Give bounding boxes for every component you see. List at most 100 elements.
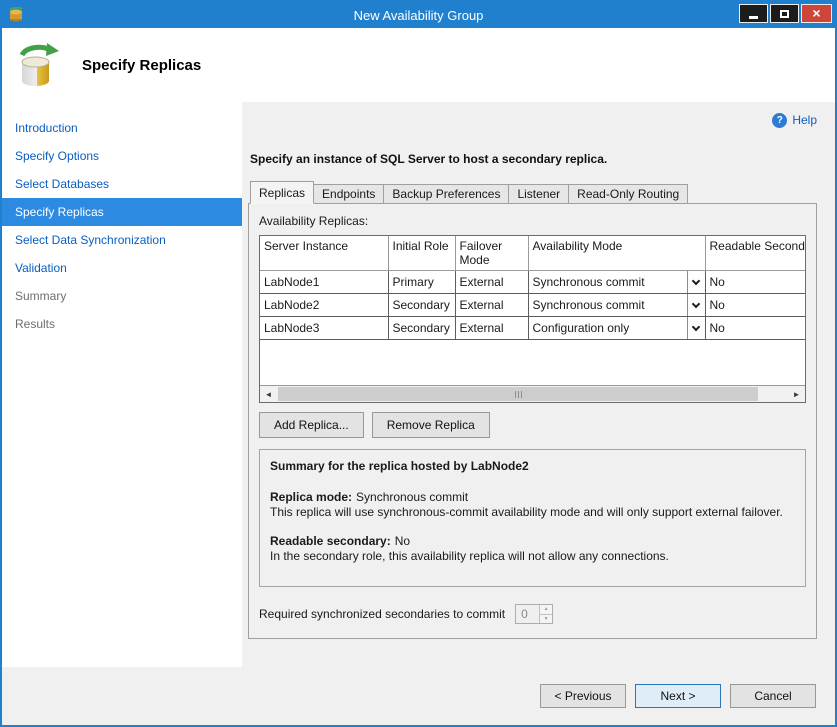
wizard-steps-sidebar: Introduction Specify Options Select Data… — [2, 102, 242, 667]
summary-title: Summary for the replica hosted by LabNod… — [270, 459, 795, 475]
availability-mode-cell: Configuration only — [528, 317, 705, 340]
table-row: LabNode1 Primary External Synchronous co… — [260, 271, 806, 294]
dropdown-value: Synchronous commit — [529, 298, 645, 312]
title-bar[interactable]: New Availability Group × — [2, 2, 835, 28]
availability-group-icon — [16, 42, 62, 88]
column-header-readable-secondary: Readable Secondary — [705, 236, 806, 271]
readable-secondary-line: Readable secondary: No — [270, 534, 795, 550]
horizontal-scrollbar[interactable]: ◄ ► — [260, 385, 805, 402]
scrollbar-track[interactable] — [277, 386, 788, 402]
replicas-table: Server Instance Initial Role Failover Mo… — [260, 236, 806, 340]
sidebar-item-introduction[interactable]: Introduction — [2, 114, 242, 142]
readable-secondary-cell[interactable]: No — [705, 271, 806, 294]
failover-mode-cell[interactable]: External — [455, 294, 528, 317]
replica-mode-label: Replica mode: — [270, 490, 352, 504]
help-link[interactable]: Help — [792, 113, 817, 127]
scrollbar-grip — [521, 391, 522, 398]
required-secondaries-value: 0 — [516, 605, 539, 623]
initial-role-cell[interactable]: Primary — [388, 271, 455, 294]
cancel-button[interactable]: Cancel — [730, 684, 816, 708]
replica-mode-description: This replica will use synchronous-commit… — [270, 505, 795, 521]
server-instance-cell[interactable]: LabNode1 — [260, 271, 388, 294]
spinner-up-icon: ▲ — [540, 605, 552, 615]
close-icon: × — [812, 5, 820, 22]
column-header-initial-role: Initial Role — [388, 236, 455, 271]
availability-mode-dropdown[interactable]: Synchronous commit — [529, 294, 705, 316]
sidebar-item-specify-replicas[interactable]: Specify Replicas — [2, 198, 242, 226]
required-secondaries-label: Required synchronized secondaries to com… — [259, 607, 505, 621]
chevron-down-icon[interactable] — [687, 271, 705, 293]
replicas-tab-panel: Availability Replicas: Server Instance I… — [248, 203, 817, 639]
wizard-footer: < Previous Next > Cancel — [2, 667, 835, 725]
close-button[interactable]: × — [801, 4, 832, 23]
tab-endpoints[interactable]: Endpoints — [313, 184, 384, 203]
wizard-content: ? Help Specify an instance of SQL Server… — [242, 102, 835, 667]
tab-backup-preferences[interactable]: Backup Preferences — [383, 184, 509, 203]
help-row: ? Help — [248, 110, 817, 130]
table-header-row: Server Instance Initial Role Failover Mo… — [260, 236, 806, 271]
spinner-buttons: ▲ ▼ — [539, 605, 552, 623]
replica-buttons-row: Add Replica... Remove Replica — [259, 412, 806, 438]
column-header-availability-mode: Availability Mode — [528, 236, 705, 271]
maximize-icon — [780, 10, 789, 18]
add-replica-button[interactable]: Add Replica... — [259, 412, 364, 438]
readable-secondary-label: Readable secondary: — [270, 534, 391, 548]
sidebar-item-validation[interactable]: Validation — [2, 254, 242, 282]
chevron-down-icon[interactable] — [687, 317, 705, 339]
availability-mode-cell: Synchronous commit — [528, 271, 705, 294]
tab-listener[interactable]: Listener — [508, 184, 569, 203]
initial-role-cell[interactable]: Secondary — [388, 317, 455, 340]
readable-secondary-description: In the secondary role, this availability… — [270, 549, 795, 565]
sidebar-item-select-data-synchronization[interactable]: Select Data Synchronization — [2, 226, 242, 254]
required-secondaries-row: Required synchronized secondaries to com… — [259, 604, 806, 624]
window-icon — [8, 7, 24, 23]
dropdown-value: Synchronous commit — [529, 275, 645, 289]
wizard-header: Specify Replicas — [2, 28, 835, 102]
column-header-failover-mode: Failover Mode — [455, 236, 528, 271]
availability-mode-dropdown[interactable]: Configuration only — [529, 317, 705, 339]
failover-mode-cell[interactable]: External — [455, 317, 528, 340]
readable-secondary-cell[interactable]: No — [705, 294, 806, 317]
tab-read-only-routing[interactable]: Read-Only Routing — [568, 184, 688, 203]
failover-mode-cell[interactable]: External — [455, 271, 528, 294]
replica-mode-value: Synchronous commit — [356, 490, 468, 504]
spinner-down-icon: ▼ — [540, 615, 552, 624]
scroll-left-icon[interactable]: ◄ — [260, 386, 277, 402]
readable-secondary-value: No — [395, 534, 410, 548]
availability-replicas-label: Availability Replicas: — [259, 214, 806, 228]
instruction-text: Specify an instance of SQL Server to hos… — [250, 152, 817, 166]
column-header-server-instance: Server Instance — [260, 236, 388, 271]
scroll-right-icon[interactable]: ► — [788, 386, 805, 402]
window-controls: × — [739, 4, 832, 23]
server-instance-cell[interactable]: LabNode3 — [260, 317, 388, 340]
help-icon[interactable]: ? — [772, 113, 787, 128]
new-availability-group-window: New Availability Group × — [0, 0, 837, 727]
availability-mode-dropdown[interactable]: Synchronous commit — [529, 271, 705, 293]
initial-role-cell[interactable]: Secondary — [388, 294, 455, 317]
sidebar-item-results: Results — [2, 310, 242, 338]
replica-mode-line: Replica mode: Synchronous commit — [270, 490, 795, 506]
replica-summary-box: Summary for the replica hosted by LabNod… — [259, 449, 806, 587]
availability-mode-cell: Synchronous commit — [528, 294, 705, 317]
dropdown-value: Configuration only — [529, 321, 630, 335]
chevron-down-icon[interactable] — [687, 294, 705, 316]
minimize-button[interactable] — [739, 4, 768, 23]
previous-button[interactable]: < Previous — [540, 684, 626, 708]
remove-replica-button[interactable]: Remove Replica — [372, 412, 490, 438]
scrollbar-thumb[interactable] — [278, 387, 758, 401]
required-secondaries-spinner: 0 ▲ ▼ — [515, 604, 553, 624]
maximize-button[interactable] — [770, 4, 799, 23]
sidebar-item-select-databases[interactable]: Select Databases — [2, 170, 242, 198]
availability-replicas-grid: Server Instance Initial Role Failover Mo… — [259, 235, 806, 403]
readable-secondary-cell[interactable]: No — [705, 317, 806, 340]
next-button[interactable]: Next > — [635, 684, 721, 708]
wizard-body: Introduction Specify Options Select Data… — [2, 102, 835, 667]
scrollbar-grip — [518, 391, 519, 398]
table-row: LabNode3 Secondary External Configuratio… — [260, 317, 806, 340]
tab-strip: Replicas Endpoints Backup Preferences Li… — [250, 180, 817, 203]
table-row: LabNode2 Secondary External Synchronous … — [260, 294, 806, 317]
server-instance-cell[interactable]: LabNode2 — [260, 294, 388, 317]
page-title: Specify Replicas — [82, 57, 201, 74]
sidebar-item-specify-options[interactable]: Specify Options — [2, 142, 242, 170]
tab-replicas[interactable]: Replicas — [250, 181, 314, 204]
